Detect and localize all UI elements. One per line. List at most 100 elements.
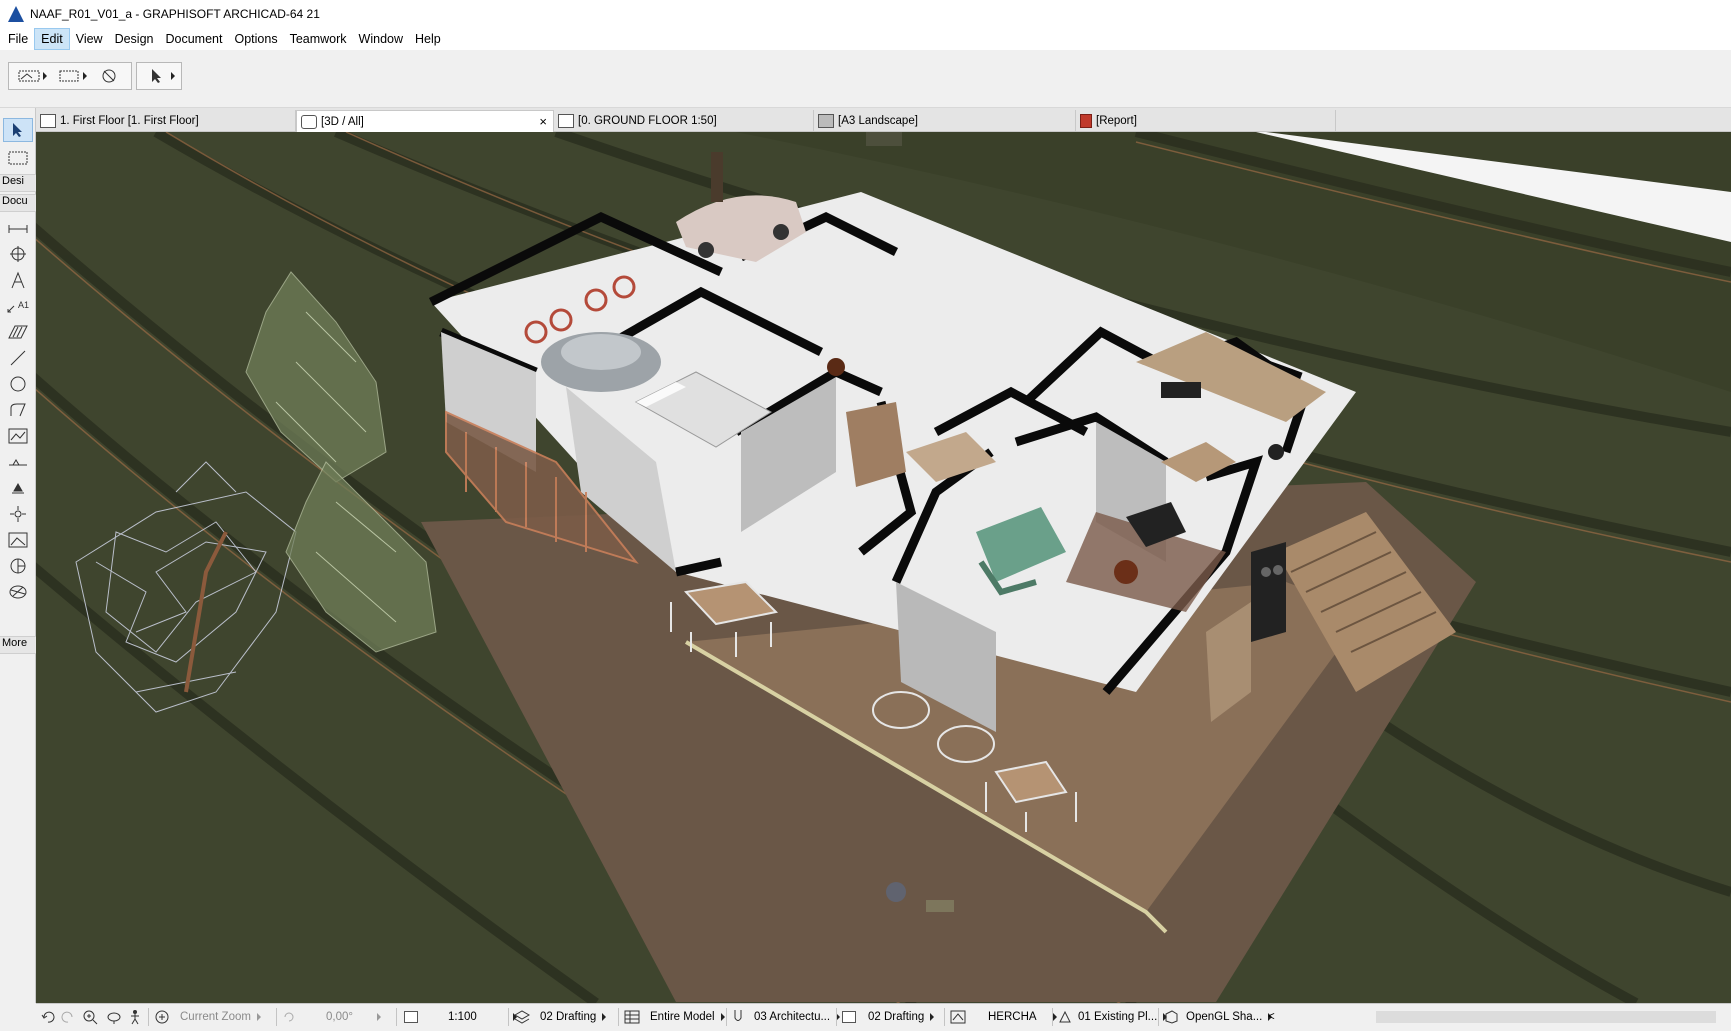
renovation-icon: [950, 1010, 966, 1024]
menu-view[interactable]: View: [70, 29, 109, 49]
circle-tool[interactable]: [3, 372, 33, 396]
horizontal-scrollbar[interactable]: [1376, 1011, 1716, 1023]
scroll-left-glyph: <: [1268, 1011, 1275, 1023]
navigator-marker-top[interactable]: [866, 132, 902, 146]
menu-window[interactable]: Window: [353, 29, 409, 49]
layers-icon: [514, 1010, 530, 1024]
scale-icon: [404, 1011, 418, 1023]
walk-icon: [131, 1010, 139, 1025]
scale-value: 1:100: [448, 1011, 477, 1023]
navigator-marker-bottom-right[interactable]: [926, 900, 954, 912]
polyline-tool[interactable]: [3, 398, 33, 422]
detail-tool[interactable]: [3, 580, 33, 604]
section-icon: [558, 114, 574, 128]
view-tab-bar: 1. First Floor [1. First Floor] [3D / Al…: [36, 108, 1731, 132]
explore-button[interactable]: [128, 1004, 142, 1030]
drawing-tool-icon: [8, 428, 28, 444]
line-tool[interactable]: [3, 346, 33, 370]
tab-3d-all[interactable]: [3D / All] ×: [296, 110, 554, 132]
cursor-arrow-icon: [152, 69, 161, 83]
redo-zoom-button[interactable]: [60, 1004, 76, 1030]
floorplan-icon: [40, 114, 56, 128]
level-dimension-tool[interactable]: [3, 242, 33, 266]
zoom-in-button[interactable]: [82, 1004, 98, 1030]
renovation-filter-selector[interactable]: HERCHA: [950, 1004, 1057, 1030]
pet-palette-icon: [18, 70, 40, 82]
zoom-label: Current Zoom: [180, 1011, 251, 1023]
drawing-tool[interactable]: [3, 424, 33, 448]
model-view-selector[interactable]: Entire Model: [624, 1004, 725, 1030]
tab-first-floor[interactable]: 1. First Floor [1. First Floor]: [36, 110, 296, 132]
marquee-tool[interactable]: [3, 146, 33, 170]
menu-teamwork[interactable]: Teamwork: [284, 29, 353, 49]
elevation-dimension-icon: [9, 459, 27, 466]
toolbox: Desi Docu A1 More: [0, 108, 46, 1003]
toolbox-section-design[interactable]: Desi: [0, 174, 36, 192]
elevation-dimension-tool[interactable]: [3, 450, 33, 474]
status-bar: Current Zoom 0,00° 1:100 02 Drafting Ent…: [36, 1003, 1731, 1029]
menu-edit[interactable]: Edit: [34, 28, 70, 50]
menu-options[interactable]: Options: [228, 29, 283, 49]
model-view-options-selector[interactable]: 02 Drafting: [842, 1004, 935, 1030]
menu-help[interactable]: Help: [409, 29, 447, 49]
3d-window-icon: [301, 114, 317, 129]
rotate-orbit-button[interactable]: [89, 63, 129, 89]
hotspot-tool[interactable]: [3, 502, 33, 526]
rotate-icon: [284, 1012, 294, 1022]
undo-zoom-button[interactable]: [40, 1004, 56, 1030]
tab-label: [0. GROUND FLOOR 1:50]: [578, 115, 717, 127]
dimension-tool[interactable]: [3, 216, 33, 240]
polyline-tool-icon: [10, 403, 26, 417]
level-marker-icon: [12, 482, 24, 494]
3d-viewport[interactable]: [36, 132, 1731, 1003]
zoom-in-icon: [83, 1010, 98, 1025]
figure-tool[interactable]: [3, 528, 33, 552]
redo-zoom-icon: [61, 1011, 73, 1023]
menu-document[interactable]: Document: [160, 29, 229, 49]
pen-icon: [734, 1010, 742, 1021]
orbit-button[interactable]: [106, 1004, 122, 1030]
tab-a3-landscape[interactable]: [A3 Landscape]: [814, 110, 1076, 132]
scroll-left-button[interactable]: <: [1268, 1004, 1275, 1030]
fill-tool-icon: [8, 325, 28, 339]
menu-file[interactable]: File: [2, 29, 34, 49]
label-tool[interactable]: A1: [3, 294, 33, 318]
tab-ground-floor[interactable]: [0. GROUND FLOOR 1:50]: [554, 110, 814, 132]
arrow-select-button[interactable]: [137, 63, 177, 89]
window-title: NAAF_R01_V01_a - GRAPHISOFT ARCHICAD-64 …: [30, 7, 320, 21]
navigator-marker-bottom[interactable]: [886, 882, 906, 902]
pen-set-selector[interactable]: 03 Architectu...: [732, 1004, 841, 1030]
layer-combination-value: 02 Drafting: [540, 1011, 597, 1023]
section-tool[interactable]: [3, 554, 33, 578]
zoom-fit-icon: [155, 1010, 169, 1024]
level-marker-tool[interactable]: [3, 476, 33, 500]
mvo-value: 02 Drafting: [868, 1011, 925, 1023]
fill-tool[interactable]: [3, 320, 33, 344]
layer-combination-selector[interactable]: 02 Drafting: [514, 1004, 607, 1030]
3d-engine-selector[interactable]: OpenGL Sha...: [1164, 1004, 1273, 1030]
pen-set-value: 03 Architectu...: [754, 1011, 831, 1023]
arrow-toolbar-group: [136, 62, 182, 90]
close-icon[interactable]: ×: [539, 114, 547, 129]
marquee-tool-icon: [8, 151, 28, 165]
tab-report[interactable]: [Report]: [1076, 110, 1336, 132]
standard-toolbar: [0, 50, 1731, 108]
tab-label: [Report]: [1096, 115, 1137, 127]
menu-bar: File Edit View Design Document Options T…: [0, 28, 1731, 50]
orientation-field[interactable]: 0,00°: [282, 1004, 381, 1030]
marquee-button[interactable]: [49, 63, 89, 89]
toolbox-section-more[interactable]: More: [0, 636, 36, 654]
toolbox-section-document[interactable]: Docu: [0, 194, 36, 212]
text-tool-icon: [11, 271, 25, 289]
orientation-angle: 0,00°: [326, 1011, 353, 1023]
line-tool-icon: [10, 350, 26, 366]
svg-text:A1: A1: [18, 300, 29, 310]
zoom-selector[interactable]: Current Zoom: [154, 1004, 261, 1030]
graphic-override-selector[interactable]: 01 Existing Pl...: [1058, 1004, 1168, 1030]
scale-selector[interactable]: 1:100: [404, 1004, 517, 1030]
renovation-filter-value: HERCHA: [988, 1011, 1037, 1023]
text-tool[interactable]: [3, 268, 33, 292]
pet-palette-button[interactable]: [9, 63, 49, 89]
menu-design[interactable]: Design: [109, 29, 160, 49]
arrow-tool[interactable]: [3, 118, 33, 142]
